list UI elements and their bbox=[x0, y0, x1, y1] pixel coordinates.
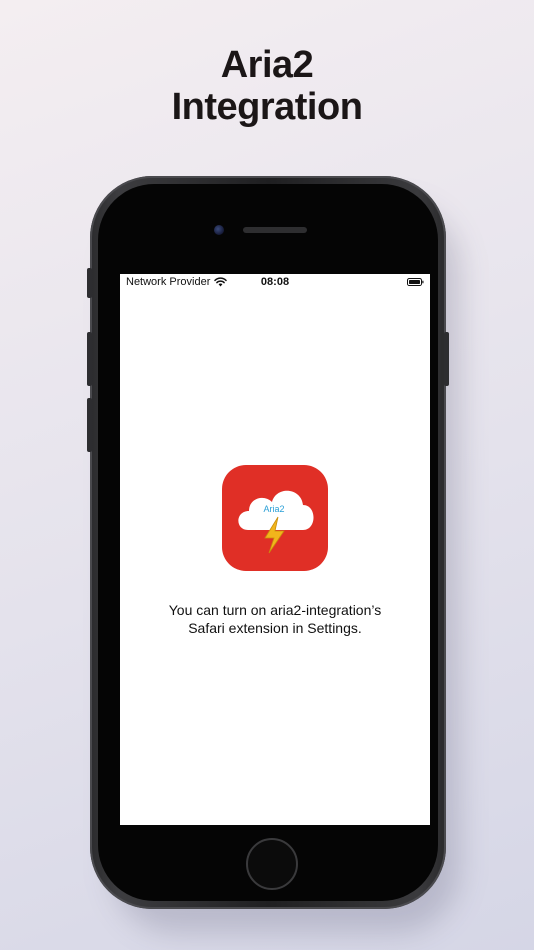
headline-line-2: Integration bbox=[171, 86, 363, 128]
headline: Aria2 Integration bbox=[0, 44, 534, 128]
phone-screen: Network Provider 08:08 Aria2 You can tur… bbox=[120, 274, 430, 825]
volume-down-button bbox=[87, 398, 92, 452]
app-icon: Aria2 bbox=[222, 465, 328, 571]
phone-face: Network Provider 08:08 Aria2 You can tur… bbox=[98, 184, 438, 901]
earpiece-speaker bbox=[243, 227, 307, 233]
app-icon-label: Aria2 bbox=[263, 504, 284, 514]
volume-up-button bbox=[87, 332, 92, 386]
status-time: 08:08 bbox=[260, 276, 290, 288]
message-line-2: Safari extension in Settings. bbox=[188, 620, 362, 636]
phone-frame: Network Provider 08:08 Aria2 You can tur… bbox=[87, 176, 449, 909]
power-button bbox=[444, 332, 449, 386]
battery-icon bbox=[407, 278, 424, 286]
silent-switch bbox=[87, 268, 92, 298]
message-line-1: You can turn on aria2-integration’s bbox=[168, 602, 382, 618]
status-bar: Network Provider 08:08 bbox=[120, 274, 430, 292]
home-button[interactable] bbox=[246, 838, 298, 890]
cloud-lightning-icon: Aria2 bbox=[238, 490, 314, 554]
front-camera bbox=[214, 225, 224, 235]
headline-line-1: Aria2 bbox=[220, 44, 314, 86]
settings-message: You can turn on aria2-integration’s Safa… bbox=[120, 601, 430, 637]
